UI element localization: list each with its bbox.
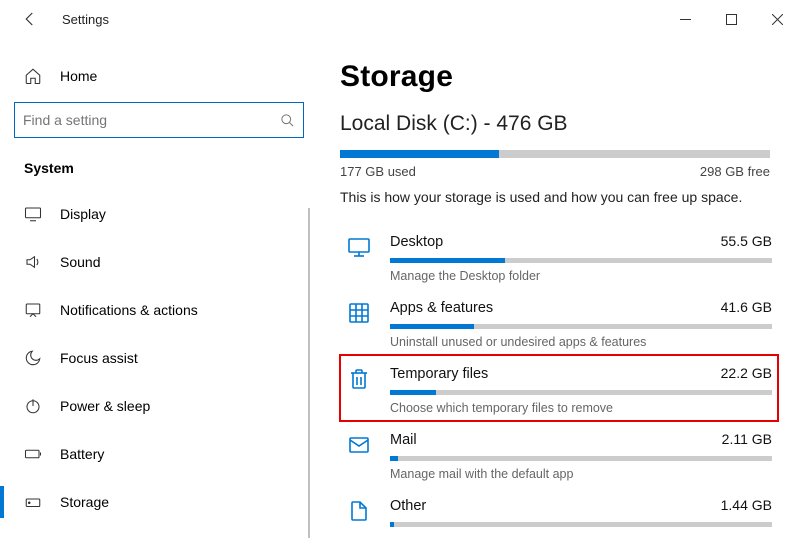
monitor-icon xyxy=(24,205,42,223)
nav-power-sleep[interactable]: Power & sleep xyxy=(14,382,310,430)
storage-item-title: Desktop xyxy=(390,234,443,250)
storage-item-subtitle: Manage mail with the default app xyxy=(390,467,772,481)
search-icon xyxy=(280,113,295,128)
home-icon xyxy=(24,67,42,85)
nav-label: Sound xyxy=(60,254,100,270)
back-button[interactable] xyxy=(16,5,44,33)
sidebar: Home System Display Sound Notifications … xyxy=(0,38,310,536)
close-icon xyxy=(772,14,783,25)
free-text: 298 GB free xyxy=(700,164,770,179)
storage-item[interactable]: Desktop 55.5 GB Manage the Desktop folder xyxy=(340,223,778,289)
titlebar: Settings xyxy=(0,0,800,38)
arrow-left-icon xyxy=(21,10,39,28)
storage-list: Desktop 55.5 GB Manage the Desktop folder A… xyxy=(340,223,778,536)
trash-icon xyxy=(346,365,372,391)
monitor-icon xyxy=(346,233,372,259)
storage-item-title: Other xyxy=(390,498,426,514)
storage-item[interactable]: Temporary files 22.2 GB Choose which tempo… xyxy=(340,355,778,421)
storage-item[interactable]: Other 1.44 GB xyxy=(340,487,778,536)
content-pane: Storage Local Disk (C:) - 476 GB 177 GB … xyxy=(310,38,800,536)
storage-item-size: 22.2 GB xyxy=(721,365,772,381)
mail-icon xyxy=(346,431,372,457)
nav-storage[interactable]: Storage xyxy=(14,478,310,526)
power-icon xyxy=(24,397,42,415)
storage-item-bar xyxy=(390,258,772,263)
nav-label: Notifications & actions xyxy=(60,302,198,318)
sidebar-scrollbar[interactable] xyxy=(308,208,310,538)
storage-item-title: Temporary files xyxy=(390,366,488,382)
nav-sound[interactable]: Sound xyxy=(14,238,310,286)
nav-battery[interactable]: Battery xyxy=(14,430,310,478)
close-button[interactable] xyxy=(754,3,800,35)
window-controls xyxy=(662,3,800,35)
disk-usage-bar xyxy=(340,150,770,158)
storage-item-size: 41.6 GB xyxy=(721,299,772,315)
nav-focus-assist[interactable]: Focus assist xyxy=(14,334,310,382)
nav-notifications[interactable]: Notifications & actions xyxy=(14,286,310,334)
search-box[interactable] xyxy=(14,102,304,138)
storage-item[interactable]: Mail 2.11 GB Manage mail with the default … xyxy=(340,421,778,487)
window-title: Settings xyxy=(62,12,109,27)
disk-label: Local Disk (C:) - 476 GB xyxy=(340,112,778,136)
storage-description: This is how your storage is used and how… xyxy=(340,189,778,205)
storage-item-bar xyxy=(390,522,772,527)
storage-item-bar xyxy=(390,390,772,395)
apps-icon xyxy=(346,299,372,325)
storage-item-title: Apps & features xyxy=(390,300,493,316)
storage-item-title: Mail xyxy=(390,432,417,448)
nav-display[interactable]: Display xyxy=(14,190,310,238)
storage-item-subtitle: Uninstall unused or undesired apps & fea… xyxy=(390,335,772,349)
file-icon xyxy=(346,497,372,523)
notifications-icon xyxy=(24,301,42,319)
maximize-icon xyxy=(726,14,737,25)
home-nav[interactable]: Home xyxy=(14,54,310,98)
storage-item-size: 1.44 GB xyxy=(721,497,772,513)
nav-label: Display xyxy=(60,206,106,222)
nav-label: Battery xyxy=(60,446,104,462)
storage-item-size: 55.5 GB xyxy=(721,233,772,249)
minimize-icon xyxy=(680,14,691,25)
home-label: Home xyxy=(60,68,97,84)
minimize-button[interactable] xyxy=(662,3,708,35)
speaker-icon xyxy=(24,253,42,271)
search-input[interactable] xyxy=(23,112,280,128)
storage-item-bar xyxy=(390,324,772,329)
nav-label: Storage xyxy=(60,494,109,510)
moon-icon xyxy=(24,349,42,367)
maximize-button[interactable] xyxy=(708,3,754,35)
drive-icon xyxy=(24,493,42,511)
used-text: 177 GB used xyxy=(340,164,416,179)
storage-item-bar xyxy=(390,456,772,461)
storage-item-subtitle: Manage the Desktop folder xyxy=(390,269,772,283)
storage-item-subtitle: Choose which temporary files to remove xyxy=(390,401,772,415)
page-heading: Storage xyxy=(340,60,778,94)
section-label: System xyxy=(24,160,310,176)
battery-icon xyxy=(24,445,42,463)
storage-item-size: 2.11 GB xyxy=(722,431,772,447)
nav-label: Focus assist xyxy=(60,350,138,366)
nav-label: Power & sleep xyxy=(60,398,150,414)
storage-item[interactable]: Apps & features 41.6 GB Uninstall unused o… xyxy=(340,289,778,355)
